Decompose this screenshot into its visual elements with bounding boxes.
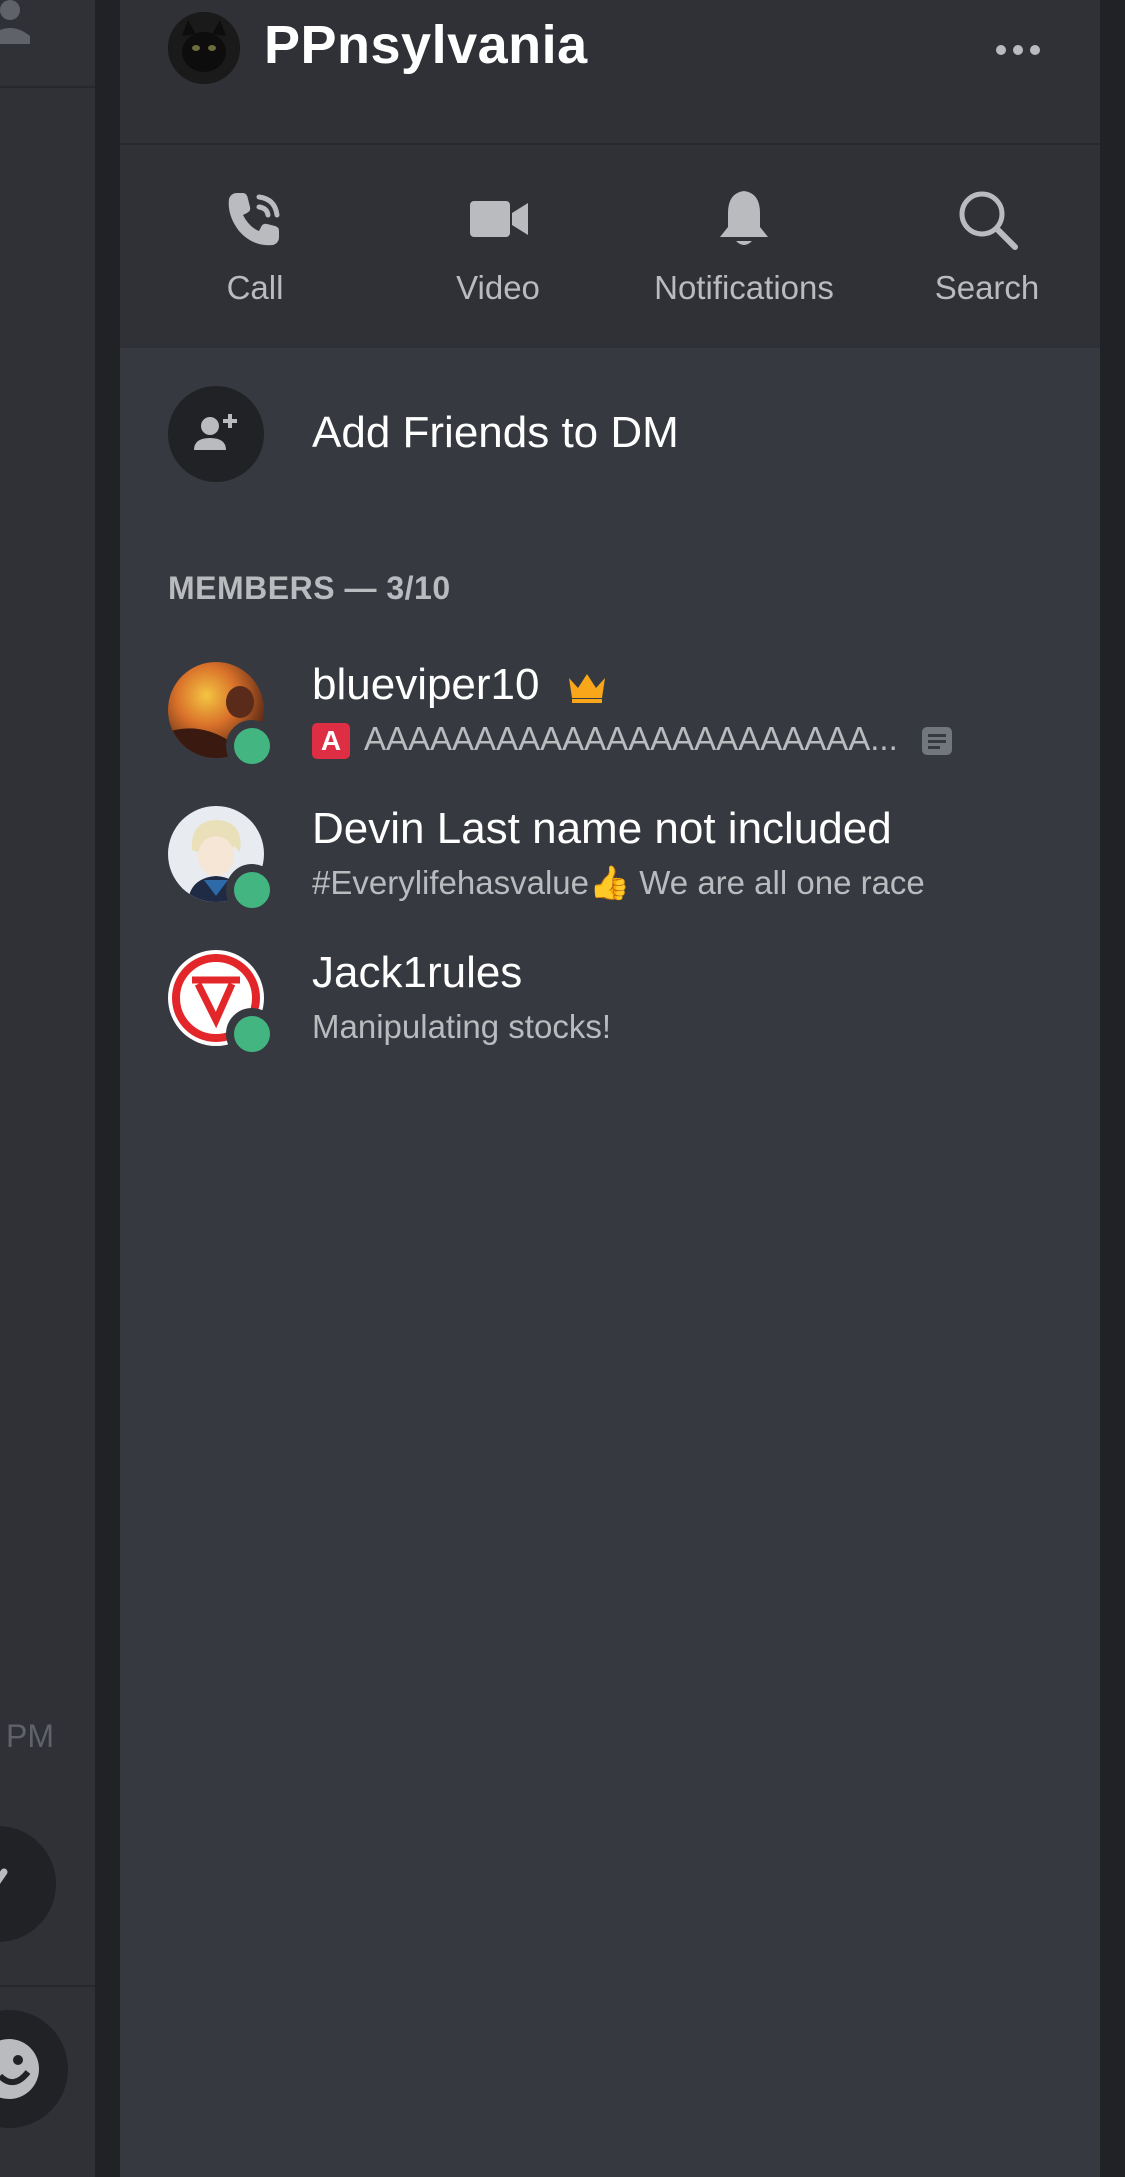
call-button[interactable]: Call xyxy=(145,145,365,348)
note-icon xyxy=(921,727,952,756)
members-icon xyxy=(0,0,30,44)
bell-icon xyxy=(720,191,768,245)
add-person-icon xyxy=(194,414,237,450)
video-camera-icon xyxy=(470,201,528,237)
crown-icon xyxy=(568,674,605,704)
emoji-icon xyxy=(0,2039,39,2099)
app-root: PM PPnsylvania Call Video Notifications … xyxy=(0,0,1125,2177)
search-button[interactable]: Search xyxy=(877,145,1097,348)
panel-separator xyxy=(95,0,120,2177)
background-chat-view: PM xyxy=(0,0,95,2177)
search-icon xyxy=(959,191,1018,250)
actions-bar: Call Video Notifications Search xyxy=(120,145,1100,348)
member-row[interactable]: Jack1rules Manipulating stocks! xyxy=(168,948,1068,1060)
custom-status-text: #Everylifehasvalue👍 We are all one race xyxy=(312,864,925,901)
a-button-emoji: A xyxy=(312,723,350,760)
phone-call-icon xyxy=(228,193,280,246)
members-section-header: MEMBERS — 3/10 xyxy=(168,570,451,606)
call-label: Call xyxy=(226,269,284,306)
notifications-label: Notifications xyxy=(654,269,834,306)
dm-info-drawer: PPnsylvania Call Video Notifications Sea… xyxy=(120,0,1100,2177)
add-friends-to-dm-button[interactable]: Add Friends to DM xyxy=(168,386,1048,482)
divider xyxy=(0,86,95,88)
attach-button[interactable] xyxy=(0,1826,56,1942)
notifications-button[interactable]: Notifications xyxy=(634,145,854,348)
video-button[interactable]: Video xyxy=(388,145,608,348)
member-row[interactable]: blueviper10 A AAAAAAAAAAAAAAAAAAAAAAA... xyxy=(168,660,1068,772)
online-status-indicator xyxy=(226,720,278,772)
group-avatar[interactable] xyxy=(168,12,240,84)
video-label: Video xyxy=(456,269,540,306)
dot xyxy=(1013,45,1023,55)
member-name-text: blueviper10 xyxy=(312,660,540,709)
member-name: Devin Last name not included xyxy=(312,804,892,853)
member-name: Jack1rules xyxy=(312,948,523,997)
member-row[interactable]: Devin Last name not included #Everylifeh… xyxy=(168,804,1068,916)
divider xyxy=(0,1985,95,1987)
custom-status-text: AAAAAAAAAAAAAAAAAAAAAAA... xyxy=(364,720,898,757)
search-label: Search xyxy=(934,269,1040,306)
dm-title: PPnsylvania xyxy=(264,15,588,75)
timestamp-fragment: PM xyxy=(6,1718,54,1754)
online-status-indicator xyxy=(226,864,278,916)
custom-status: A AAAAAAAAAAAAAAAAAAAAAAA... xyxy=(312,720,953,760)
add-friends-label: Add Friends to DM xyxy=(312,408,679,457)
pencil-icon xyxy=(0,1868,8,1884)
panel-edge xyxy=(1100,0,1125,2177)
add-friends-icon-circle xyxy=(168,386,264,482)
dot xyxy=(1030,45,1040,55)
custom-status-text: Manipulating stocks! xyxy=(312,1008,611,1045)
member-name: blueviper10 xyxy=(312,660,608,710)
cat-avatar-image xyxy=(168,12,240,84)
emoji-button[interactable] xyxy=(0,2010,68,2128)
dot xyxy=(996,45,1006,55)
drawer-header: PPnsylvania xyxy=(120,0,1100,145)
more-options-button[interactable] xyxy=(988,30,1048,70)
online-status-indicator xyxy=(226,1008,278,1060)
